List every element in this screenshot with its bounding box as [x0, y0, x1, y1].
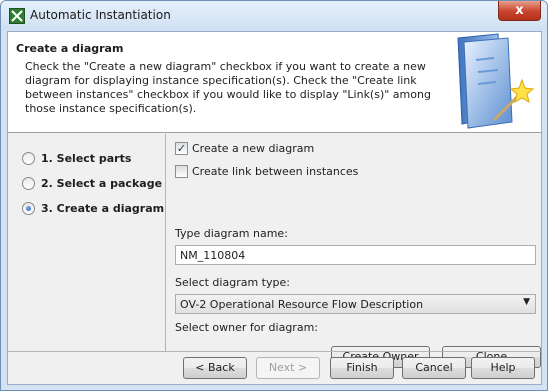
wizard-footer: < Back Next > Finish Cancel Help — [8, 351, 541, 384]
app-icon — [9, 8, 25, 24]
step-select-package[interactable]: 2. Select a package — [22, 175, 162, 191]
create-diagram-checkbox[interactable]: ✓ — [175, 141, 188, 155]
create-link-option[interactable]: Create link between instances — [175, 163, 358, 179]
create-link-label: Create link between instances — [192, 164, 359, 178]
cancel-button[interactable]: Cancel — [402, 357, 466, 379]
diagram-type-select[interactable]: OV-2 Operational Resource Flow Descripti… — [175, 294, 536, 314]
step-label: 2. Select a package — [41, 176, 163, 190]
steps-panel: 1. Select parts 2. Select a package 3. C… — [8, 134, 166, 351]
header-title: Create a diagram — [16, 42, 124, 55]
step-radio[interactable] — [22, 176, 35, 190]
diagram-type-value: OV-2 Operational Resource Flow Descripti… — [180, 298, 424, 311]
diagram-name-input[interactable]: NM_110804 — [175, 245, 536, 265]
title-bar: Automatic Instantiation x — [1, 1, 547, 31]
create-link-checkbox[interactable] — [175, 164, 188, 178]
options-panel: ✓ Create a new diagram Create link betwe… — [168, 134, 541, 368]
diagram-wizard-icon — [457, 33, 535, 129]
step-radio-selected[interactable] — [22, 201, 35, 215]
diagram-name-label: Type diagram name: — [175, 227, 288, 240]
help-button[interactable]: Help — [471, 357, 535, 379]
dialog-body: Create a diagram Check the "Create a new… — [7, 31, 542, 385]
create-diagram-option[interactable]: ✓ Create a new diagram — [175, 140, 314, 156]
step-label: 3. Create a diagram — [41, 201, 165, 215]
owner-label: Select owner for diagram: — [175, 321, 318, 334]
step-radio[interactable] — [22, 151, 35, 165]
wizard-header: Create a diagram Check the "Create a new… — [8, 32, 541, 133]
create-diagram-label: Create a new diagram — [192, 141, 315, 155]
diagram-type-label: Select diagram type: — [175, 276, 290, 289]
back-button[interactable]: < Back — [183, 357, 247, 379]
close-icon: x — [515, 3, 524, 18]
next-button[interactable]: Next > — [256, 357, 320, 379]
step-label: 1. Select parts — [41, 151, 132, 165]
chevron-down-icon: ▼ — [523, 297, 530, 307]
close-button[interactable]: x — [498, 1, 541, 21]
step-select-parts[interactable]: 1. Select parts — [22, 150, 131, 166]
dialog-window: Automatic Instantiation x Create a diagr… — [0, 0, 548, 391]
finish-button[interactable]: Finish — [330, 357, 394, 379]
window-title: Automatic Instantiation — [30, 8, 171, 22]
step-create-diagram[interactable]: 3. Create a diagram — [22, 200, 164, 216]
header-description: Check the "Create a new diagram" checkbo… — [25, 60, 431, 115]
